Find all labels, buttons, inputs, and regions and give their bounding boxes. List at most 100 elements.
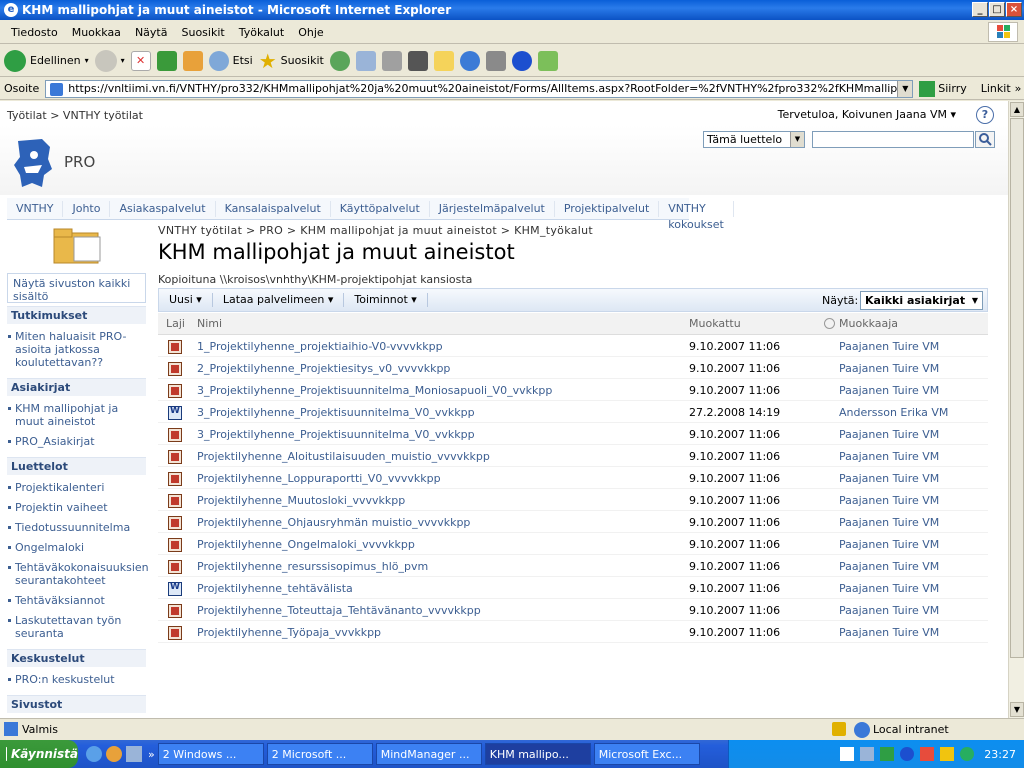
links-label[interactable]: Linkit (981, 82, 1011, 95)
table-row[interactable]: Projektilyhenne_Ohjausryhmän muistio_vvv… (158, 511, 988, 533)
table-row[interactable]: 3_Projektilyhenne_Projektisuunnitelma_V0… (158, 423, 988, 445)
tray-security-icon[interactable] (920, 747, 935, 761)
search-go-button[interactable] (975, 131, 995, 148)
file-name-link[interactable]: Projektilyhenne_Loppuraportti_V0_vvvvkkp… (197, 472, 441, 485)
top-breadcrumb[interactable]: Työtilat > VNTHY työtilat (7, 109, 143, 122)
tab-projektipalvelut[interactable]: Projektipalvelut (555, 200, 660, 217)
col-type[interactable]: Laji (166, 317, 185, 330)
nav-item-issue-log[interactable]: Ongelmaloki (8, 541, 143, 554)
tab-kayttopalvelut[interactable]: Käyttöpalvelut (331, 200, 430, 217)
view-select[interactable]: Kaikki asiakirjat ▼ (860, 291, 983, 310)
tray-language-icon[interactable] (840, 747, 855, 761)
file-name-link[interactable]: Projektilyhenne_resurssisopimus_hlö_pvm (197, 560, 428, 573)
table-row[interactable]: Projektilyhenne_Toteuttaja_Tehtävänanto_… (158, 599, 988, 621)
tray-status-icon[interactable] (880, 747, 895, 761)
editor-link[interactable]: Paajanen Tuire VM (839, 626, 939, 639)
nav-heading-tutkimukset[interactable]: Tutkimukset (7, 306, 146, 324)
file-name-link[interactable]: 2_Projektilyhenne_Projektiesitys_v0_vvvv… (197, 362, 450, 375)
vertical-scrollbar[interactable]: ▲ ▼ (1008, 101, 1024, 718)
file-name-link[interactable]: 1_Projektilyhenne_projektiaihio-V0-vvvvk… (197, 340, 443, 353)
project-file-icon[interactable] (168, 626, 182, 640)
table-row[interactable]: Projektilyhenne_Loppuraportti_V0_vvvvkkp… (158, 467, 988, 489)
table-row[interactable]: 1_Projektilyhenne_projektiaihio-V0-vvvvk… (158, 335, 988, 357)
research-icon[interactable] (485, 50, 506, 71)
project-file-icon[interactable] (168, 384, 182, 398)
editor-link[interactable]: Paajanen Tuire VM (839, 604, 939, 617)
project-file-icon[interactable] (168, 538, 182, 552)
menu-tools[interactable]: Työkalut (232, 26, 292, 39)
file-name-link[interactable]: Projektilyhenne_Aloitustilaisuuden_muist… (197, 450, 490, 463)
file-name-link[interactable]: Projektilyhenne_Työpaja_vvvkkpp (197, 626, 381, 639)
table-row[interactable]: 3_Projektilyhenne_Projektisuunnitelma_Mo… (158, 379, 988, 401)
nav-item-calendar[interactable]: Projektikalenteri (8, 481, 143, 494)
tab-kansalaispalvelut[interactable]: Kansalaispalvelut (216, 200, 331, 217)
close-button[interactable]: × (1006, 2, 1022, 17)
word-document-icon[interactable] (168, 406, 182, 420)
tray-bluetooth-icon[interactable] (900, 747, 915, 761)
table-row[interactable]: 2_Projektilyhenne_Projektiesitys_v0_vvvv… (158, 357, 988, 379)
editor-link[interactable]: Paajanen Tuire VM (839, 472, 939, 485)
menu-help[interactable]: Ohje (291, 26, 330, 39)
project-file-icon[interactable] (168, 450, 182, 464)
upload-menu-button[interactable]: Lataa palvelimeen ▾ (213, 293, 345, 307)
search-scope-select[interactable]: Tämä luettelo ▼ (703, 131, 805, 148)
nav-item-khm-templates[interactable]: KHM mallipohjat ja muut aineistot (8, 402, 143, 428)
nav-item-assignments[interactable]: Tehtäväksiannot (8, 594, 143, 607)
col-editor[interactable]: Muokkaaja (839, 317, 898, 330)
editor-link[interactable]: Paajanen Tuire VM (839, 450, 939, 463)
col-modified[interactable]: Muokattu (689, 317, 741, 330)
table-row[interactable]: Projektilyhenne_Muutosloki_vvvvkkpp 9.10.… (158, 489, 988, 511)
back-button[interactable]: Edellinen ▾ (4, 49, 89, 72)
actions-menu-button[interactable]: Toiminnot ▾ (344, 293, 428, 307)
nav-item-pro-documents[interactable]: PRO_Asiakirjat (8, 435, 143, 448)
address-dropdown-icon[interactable]: ▼ (897, 80, 913, 97)
favorites-button[interactable]: ★ Suosikit (259, 51, 324, 71)
refresh-icon[interactable] (156, 50, 177, 71)
nav-heading-asiakirjat[interactable]: Asiakirjat (7, 378, 146, 396)
project-file-icon[interactable] (168, 362, 182, 376)
tray-update-icon[interactable] (960, 747, 975, 761)
tab-jarjestelmapalvelut[interactable]: Järjestelmäpalvelut (430, 200, 555, 217)
nav-heading-keskustelut[interactable]: Keskustelut (7, 649, 146, 667)
quicklaunch-chevron-icon[interactable]: » (148, 748, 155, 761)
task-khm[interactable]: KHM mallipo... (484, 743, 591, 765)
editor-link[interactable]: Paajanen Tuire VM (839, 362, 939, 375)
nav-item-phases[interactable]: Projektin vaiheet (8, 501, 143, 514)
task-excel[interactable]: Microsoft Exc... (593, 743, 700, 765)
quicklaunch-desktop-icon[interactable] (126, 746, 142, 762)
editor-link[interactable]: Paajanen Tuire VM (839, 494, 939, 507)
forward-button[interactable]: ▾ (94, 49, 125, 72)
file-name-link[interactable]: 3_Projektilyhenne_Projektisuunnitelma_Mo… (197, 384, 552, 397)
tab-johto[interactable]: Johto (63, 200, 111, 217)
messenger-icon[interactable] (537, 50, 558, 71)
notes-icon[interactable] (433, 50, 454, 71)
maximize-button[interactable]: □ (989, 2, 1005, 17)
nav-item-discussions[interactable]: PRO:n keskustelut (8, 673, 143, 686)
file-name-link[interactable]: 3_Projektilyhenne_Projektisuunnitelma_V0… (197, 428, 475, 441)
menu-favorites[interactable]: Suosikit (174, 26, 231, 39)
go-button[interactable]: Siirry (919, 80, 967, 97)
project-file-icon[interactable] (168, 340, 182, 354)
table-row[interactable]: Projektilyhenne_Ongelmaloki_vvvvkkpp 9.10… (158, 533, 988, 555)
file-name-link[interactable]: Projektilyhenne_Muutosloki_vvvvkkpp (197, 494, 405, 507)
scroll-up-icon[interactable]: ▲ (1010, 102, 1024, 117)
editor-link[interactable]: Andersson Erika VM (839, 406, 948, 419)
stop-icon[interactable]: ✕ (130, 50, 151, 71)
address-input[interactable]: https://vnltiimi.vn.fi/VNTHY/pro332/KHMm… (45, 79, 914, 98)
quicklaunch-ie-icon[interactable] (86, 746, 102, 762)
welcome-menu[interactable]: Tervetuloa, Koivunen Jaana VM ▾ (778, 108, 956, 121)
tray-network-icon[interactable] (860, 747, 875, 761)
editor-link[interactable]: Paajanen Tuire VM (839, 560, 939, 573)
table-row[interactable]: Projektilyhenne_Aloitustilaisuuden_muist… (158, 445, 988, 467)
tab-vnthy[interactable]: VNTHY (7, 200, 64, 217)
menu-file[interactable]: Tiedosto (4, 26, 65, 39)
nav-item-billable-work[interactable]: Laskutettavan työn seuranta (8, 614, 143, 640)
mail-icon[interactable] (355, 50, 376, 71)
table-row[interactable]: Projektilyhenne_tehtävälista 9.10.2007 11… (158, 577, 988, 599)
table-row[interactable]: Projektilyhenne_resurssisopimus_hlö_pvm 9… (158, 555, 988, 577)
help-icon[interactable]: ? (976, 106, 994, 124)
print-icon[interactable] (381, 50, 402, 71)
editor-link[interactable]: Paajanen Tuire VM (839, 538, 939, 551)
edit-icon[interactable] (407, 50, 428, 71)
chevron-right-icon[interactable]: » (1015, 82, 1022, 95)
